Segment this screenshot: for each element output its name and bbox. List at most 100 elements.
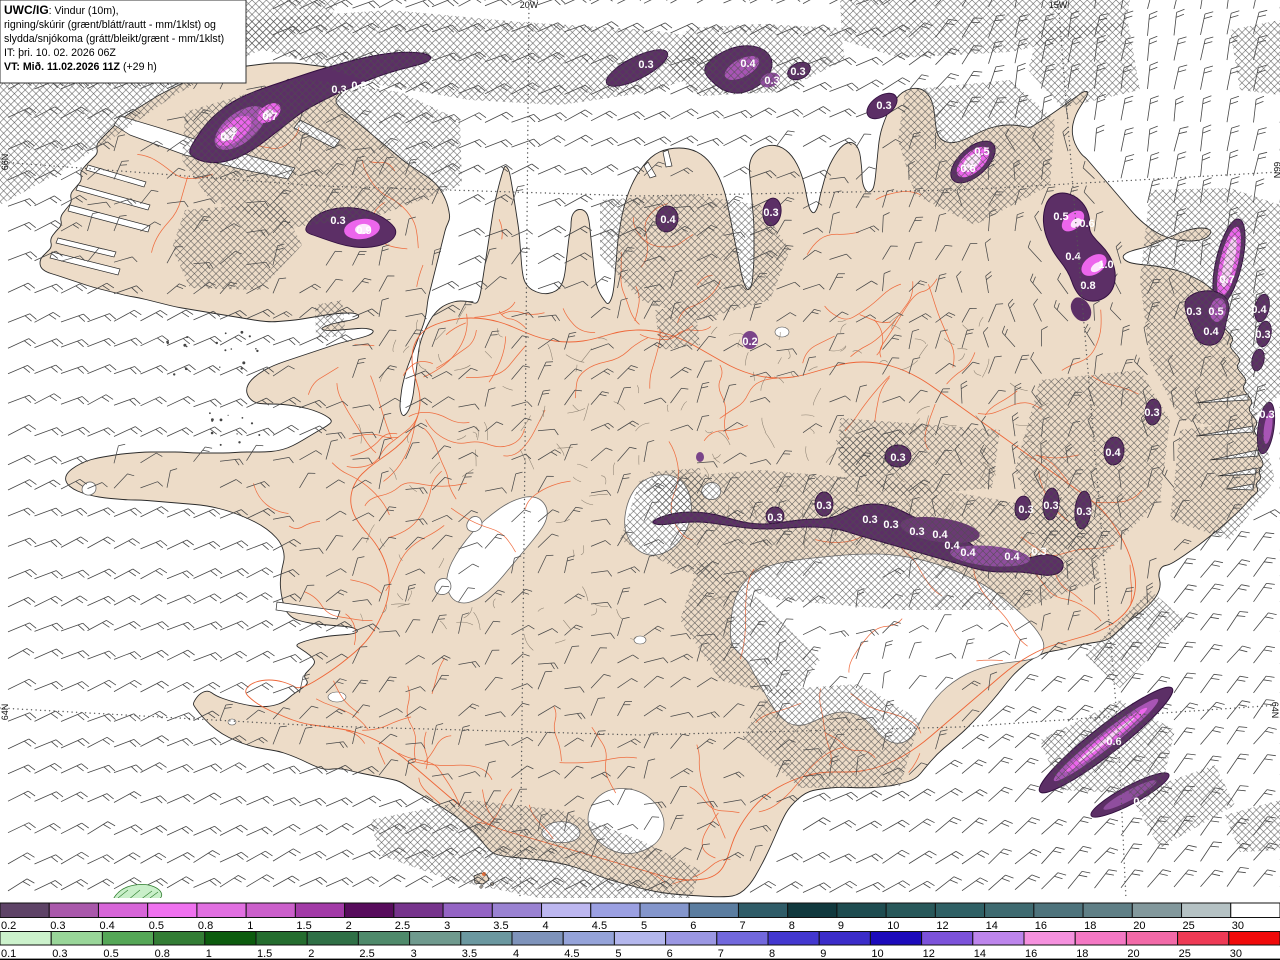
svg-text:66N: 66N — [1272, 162, 1280, 179]
svg-text:VT: Mið. 11.02.2026 11Z (+29 h: VT: Mið. 11.02.2026 11Z (+29 h) — [4, 61, 157, 73]
svg-text:0.3: 0.3 — [1255, 329, 1270, 341]
svg-text:0.6: 0.6 — [1079, 218, 1094, 230]
svg-text:0.3: 0.3 — [862, 514, 877, 526]
svg-text:0.3: 0.3 — [883, 519, 898, 531]
svg-text:30: 30 — [1230, 948, 1242, 960]
svg-text:0.2: 0.2 — [742, 336, 757, 348]
svg-text:3: 3 — [411, 948, 417, 960]
svg-text:0.4: 0.4 — [1105, 447, 1121, 459]
svg-text:0.6: 0.6 — [1106, 736, 1121, 748]
svg-text:4.5: 4.5 — [592, 920, 607, 932]
svg-text:0.3: 0.3 — [50, 920, 65, 932]
svg-text:25: 25 — [1183, 920, 1195, 932]
svg-text:16: 16 — [1035, 920, 1047, 932]
svg-text:20W: 20W — [520, 0, 539, 10]
svg-text:0.3: 0.3 — [1031, 546, 1046, 558]
svg-text:0.9: 0.9 — [356, 225, 371, 237]
svg-text:18: 18 — [1084, 920, 1096, 932]
svg-text:0.3: 0.3 — [1018, 504, 1033, 516]
svg-text:0.3: 0.3 — [638, 59, 653, 71]
svg-text:30: 30 — [1232, 920, 1244, 932]
svg-text:0.4: 0.4 — [944, 540, 960, 552]
svg-text:0.7: 0.7 — [1219, 274, 1234, 286]
svg-text:1: 1 — [247, 920, 253, 932]
svg-text:0.3: 0.3 — [1144, 407, 1159, 419]
svg-text:3.5: 3.5 — [493, 920, 508, 932]
svg-text:14: 14 — [986, 920, 998, 932]
svg-text:0.3: 0.3 — [763, 207, 778, 219]
svg-text:9: 9 — [820, 948, 826, 960]
svg-text:0.3: 0.3 — [790, 66, 805, 78]
svg-text:5: 5 — [641, 920, 647, 932]
svg-text:9: 9 — [838, 920, 844, 932]
svg-text:0.3: 0.3 — [1259, 409, 1274, 421]
svg-text:UWC/IG: Vindur (10m),: UWC/IG: Vindur (10m), — [4, 3, 119, 17]
svg-text:0.8: 0.8 — [198, 920, 213, 932]
svg-text:0.4: 0.4 — [1203, 326, 1219, 338]
svg-text:0.3: 0.3 — [909, 526, 924, 538]
svg-text:25: 25 — [1179, 948, 1191, 960]
svg-text:1.5: 1.5 — [257, 948, 272, 960]
svg-text:0.7: 0.7 — [220, 131, 235, 143]
svg-text:18: 18 — [1076, 948, 1088, 960]
svg-text:2: 2 — [308, 948, 314, 960]
svg-text:0.3: 0.3 — [1133, 796, 1148, 808]
svg-text:0.4: 0.4 — [740, 58, 756, 70]
svg-text:rigning/skúrir (grænt/blátt/ra: rigning/skúrir (grænt/blátt/rautt - mm/1… — [4, 19, 216, 31]
svg-text:0.5: 0.5 — [974, 146, 989, 158]
svg-text:1.0: 1.0 — [1098, 259, 1113, 271]
svg-text:3: 3 — [444, 920, 450, 932]
svg-text:7: 7 — [718, 948, 724, 960]
svg-text:0.4: 0.4 — [1251, 304, 1267, 316]
svg-text:0.3: 0.3 — [876, 100, 891, 112]
svg-text:0.2: 0.2 — [1, 920, 16, 932]
svg-text:6: 6 — [690, 920, 696, 932]
svg-text:12: 12 — [936, 920, 948, 932]
svg-text:0.3: 0.3 — [816, 500, 831, 512]
svg-text:4: 4 — [543, 920, 549, 932]
svg-text:10: 10 — [871, 948, 883, 960]
svg-text:0.3: 0.3 — [331, 84, 346, 96]
svg-text:2: 2 — [346, 920, 352, 932]
svg-text:0.3: 0.3 — [330, 215, 345, 227]
svg-text:0.4: 0.4 — [100, 920, 115, 932]
svg-text:10: 10 — [887, 920, 899, 932]
svg-text:7: 7 — [740, 920, 746, 932]
svg-text:0.5: 0.5 — [149, 920, 164, 932]
svg-text:0.4: 0.4 — [1004, 551, 1020, 563]
svg-text:0.3: 0.3 — [767, 512, 782, 524]
svg-text:8: 8 — [789, 920, 795, 932]
svg-text:0.4: 0.4 — [660, 214, 676, 226]
svg-text:0.5: 0.5 — [103, 948, 118, 960]
svg-text:0.3: 0.3 — [764, 75, 779, 87]
svg-text:0.3: 0.3 — [1043, 500, 1058, 512]
svg-text:1.5: 1.5 — [296, 920, 311, 932]
svg-text:IT: þri. 10. 02. 2026 06Z: IT: þri. 10. 02. 2026 06Z — [4, 47, 116, 59]
svg-text:4.5: 4.5 — [564, 948, 579, 960]
svg-text:64N: 64N — [0, 704, 10, 721]
svg-text:0.8: 0.8 — [155, 948, 170, 960]
svg-text:2.5: 2.5 — [359, 948, 374, 960]
svg-text:slydda/snjókoma (grátt/bleikt/: slydda/snjókoma (grátt/bleikt/grænt - mm… — [4, 33, 224, 45]
svg-text:0.3: 0.3 — [890, 452, 905, 464]
svg-text:16: 16 — [1025, 948, 1037, 960]
svg-text:4: 4 — [513, 948, 519, 960]
svg-text:2.5: 2.5 — [395, 920, 410, 932]
svg-text:0.5: 0.5 — [1053, 211, 1068, 223]
svg-text:0.3: 0.3 — [52, 948, 67, 960]
svg-text:0.7: 0.7 — [262, 111, 277, 123]
svg-text:0.6: 0.6 — [960, 163, 975, 175]
svg-text:5: 5 — [615, 948, 621, 960]
svg-text:0.8: 0.8 — [1080, 280, 1095, 292]
svg-text:66N: 66N — [0, 154, 10, 171]
svg-text:3.5: 3.5 — [462, 948, 477, 960]
svg-text:0.5: 0.5 — [1208, 306, 1223, 318]
svg-text:20: 20 — [1127, 948, 1139, 960]
svg-text:6: 6 — [667, 948, 673, 960]
svg-text:8: 8 — [769, 948, 775, 960]
svg-text:64N: 64N — [1270, 702, 1280, 719]
svg-text:0.3: 0.3 — [1076, 506, 1091, 518]
svg-text:12: 12 — [923, 948, 935, 960]
svg-text:0.4: 0.4 — [1065, 251, 1081, 263]
svg-text:0.3: 0.3 — [351, 80, 366, 92]
